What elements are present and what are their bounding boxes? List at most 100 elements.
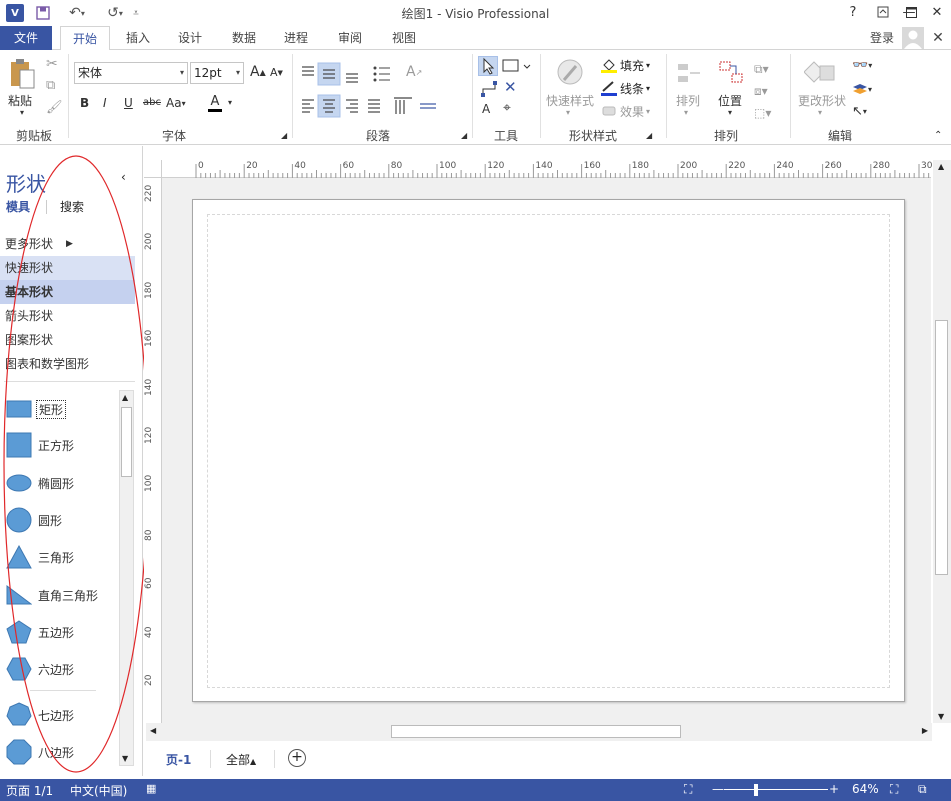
paste-button[interactable]: 粘贴: [8, 92, 32, 109]
vertical-scrollbar[interactable]: ▲ ▼: [933, 160, 951, 723]
zoom-slider-track[interactable]: [724, 789, 828, 790]
ruler-label: 60: [144, 577, 154, 590]
find-icon[interactable]: 👓 ▾: [852, 58, 872, 73]
divider: [210, 750, 211, 768]
fill-button[interactable]: 填充 ▾: [600, 56, 656, 74]
position-button[interactable]: 位置: [718, 92, 742, 109]
switch-windows-icon[interactable]: ⧉: [918, 782, 927, 797]
tab-review[interactable]: 审阅: [330, 26, 370, 50]
font-family-select[interactable]: 宋体 ▾: [74, 62, 188, 84]
line-button[interactable]: 线条 ▾: [600, 79, 656, 97]
ruler-label: 20: [144, 674, 154, 686]
change-shape-dropdown-icon[interactable]: ▾: [818, 108, 822, 117]
underline-button[interactable]: U: [124, 96, 133, 110]
divider: [274, 750, 275, 768]
quick-styles-icon[interactable]: [556, 58, 586, 88]
drawing-page[interactable]: [192, 199, 905, 702]
change-shape-button[interactable]: 更改形状: [798, 92, 846, 109]
ruler-label: 200: [144, 233, 154, 251]
paste-dropdown-icon[interactable]: ▾: [20, 108, 24, 117]
font-color-button[interactable]: A: [208, 94, 222, 112]
bold-button[interactable]: B: [80, 96, 89, 110]
collapse-ribbon-icon[interactable]: ✕: [928, 26, 948, 50]
delete-connector-icon[interactable]: ✕: [504, 78, 517, 96]
shape-styles-dialog-launcher-icon[interactable]: ◢: [646, 131, 652, 140]
position-icon[interactable]: [716, 58, 746, 88]
language-status[interactable]: 中文(中国): [70, 782, 127, 799]
scroll-down-icon[interactable]: ▼: [938, 712, 944, 721]
tab-design[interactable]: 设计: [170, 26, 210, 50]
ruler-label: 180: [144, 281, 154, 299]
scroll-right-icon[interactable]: ▶: [922, 726, 928, 735]
font-size-select[interactable]: 12pt ▾: [190, 62, 244, 84]
text-rotate-icon[interactable]: A ↗: [406, 64, 422, 80]
scroll-up-icon[interactable]: ▲: [938, 162, 944, 171]
avatar[interactable]: [902, 27, 924, 49]
help-button[interactable]: ?: [842, 3, 864, 21]
tab-insert[interactable]: 插入: [118, 26, 158, 50]
ruler-label: 120: [144, 426, 154, 444]
scroll-left-icon[interactable]: ◀: [150, 726, 156, 735]
change-shape-icon[interactable]: [803, 58, 836, 88]
scrollbar-thumb[interactable]: [935, 320, 948, 575]
tab-process[interactable]: 进程: [276, 26, 316, 50]
paragraph-dialog-launcher-icon[interactable]: ◢: [461, 131, 467, 140]
quick-styles-button[interactable]: 快速样式: [546, 92, 594, 109]
tab-view[interactable]: 视图: [384, 26, 424, 50]
collapse-ribbon-chevron-icon[interactable]: ⌃: [934, 130, 942, 141]
zoom-slider-thumb[interactable]: [754, 784, 758, 796]
all-pages-button[interactable]: 全部▲: [226, 751, 256, 768]
position-dropdown-icon[interactable]: ▾: [728, 108, 732, 117]
shrink-font-button[interactable]: A ▼: [270, 66, 283, 79]
font-dialog-launcher-icon[interactable]: ◢: [281, 131, 287, 140]
italic-button[interactable]: I: [103, 96, 107, 110]
font-color-dropdown-icon[interactable]: ▾: [228, 98, 232, 107]
grow-font-button[interactable]: A ▲: [250, 64, 266, 80]
page-number-status[interactable]: 页面 1/1: [6, 782, 53, 799]
tab-home[interactable]: 开始: [60, 26, 110, 51]
select-icon[interactable]: ↖ ▾: [852, 104, 867, 119]
scrollbar-thumb[interactable]: [391, 725, 681, 738]
quick-styles-dropdown-icon[interactable]: ▾: [566, 108, 570, 117]
auto-align-dropdown-icon[interactable]: ▾: [684, 108, 688, 117]
format-painter-icon[interactable]: 🖌: [46, 100, 63, 115]
divider: [472, 54, 473, 138]
zoom-in-icon[interactable]: +: [829, 782, 839, 796]
text-tool-button[interactable]: A: [482, 102, 490, 116]
auto-align-icon[interactable]: [676, 60, 704, 88]
connector-tool-icon[interactable]: [480, 80, 498, 98]
macro-record-icon[interactable]: ▦: [146, 782, 156, 795]
connection-point-icon[interactable]: ⌖: [503, 100, 511, 116]
ruler-label: 140: [144, 378, 154, 396]
arrange-small-icons[interactable]: ⧉▾ ⧈▾ ⬚▾: [754, 58, 778, 124]
strikethrough-button[interactable]: abc: [143, 97, 161, 108]
maximize-button[interactable]: [900, 3, 922, 21]
auto-align-button[interactable]: 排列: [676, 92, 700, 109]
tab-data[interactable]: 数据: [224, 26, 264, 50]
horizontal-scrollbar[interactable]: ◀ ▶: [146, 723, 932, 741]
copy-icon[interactable]: ⧉: [46, 78, 55, 93]
rectangle-tool-icon[interactable]: [502, 58, 532, 74]
paste-icon[interactable]: [8, 58, 36, 90]
ruler-label: 120: [487, 161, 505, 171]
effects-button[interactable]: 效果 ▾: [600, 102, 656, 120]
drawing-canvas[interactable]: [162, 178, 931, 723]
zoom-out-icon[interactable]: —: [712, 782, 724, 796]
horizontal-align-buttons: [298, 94, 438, 118]
tab-file[interactable]: 文件: [0, 26, 52, 50]
change-case-button[interactable]: Aa ▾: [166, 96, 186, 110]
add-page-button[interactable]: +: [288, 749, 306, 767]
pointer-tool-icon[interactable]: [478, 56, 498, 76]
layers-icon[interactable]: ▾: [852, 82, 872, 96]
close-button[interactable]: ✕: [926, 3, 948, 21]
ruler-label: 80: [144, 529, 154, 541]
ribbon-display-icon[interactable]: [872, 3, 894, 21]
page-tab-1[interactable]: 页-1: [166, 751, 191, 768]
signin-link[interactable]: 登录: [862, 26, 902, 50]
bullets-icon[interactable]: [372, 64, 392, 84]
presentation-mode-icon[interactable]: ⛶: [684, 782, 692, 797]
cut-icon[interactable]: ✂: [46, 56, 58, 72]
fit-page-icon[interactable]: ⛶: [890, 782, 898, 797]
ruler-label: 0: [198, 161, 204, 171]
zoom-level[interactable]: 64%: [852, 782, 879, 796]
